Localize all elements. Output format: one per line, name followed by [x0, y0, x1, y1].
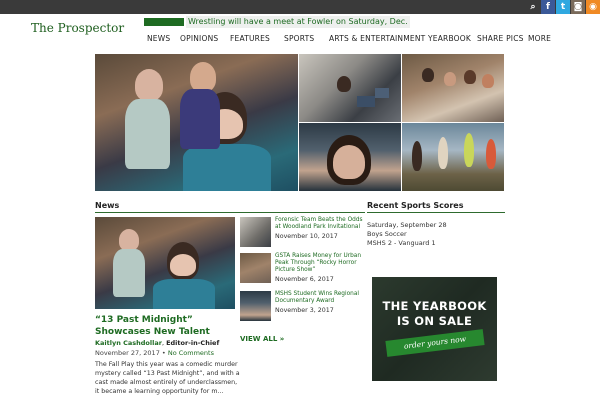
- photo-monitor: [375, 88, 389, 98]
- lead-story-excerpt: The Fall Play this year was a comedic mu…: [95, 361, 240, 395]
- story-date: November 3, 2017: [275, 307, 334, 314]
- ad-headline-line2: IS ON SALE: [396, 314, 473, 328]
- list-item[interactable]: GSTA Raises Money for Urban Peak Through…: [240, 253, 365, 285]
- lead-story-meta: November 27, 2017 • No Comments: [95, 349, 214, 357]
- photo-figure: [482, 74, 494, 88]
- nav-item-share-pics[interactable]: SHARE PICS: [477, 34, 524, 43]
- photo-figure: [464, 70, 476, 84]
- list-item[interactable]: MSHS Student Wins Regional Documentary A…: [240, 291, 365, 323]
- photo-figure: [337, 76, 351, 92]
- author-role: Editor-in-Chief: [166, 339, 220, 347]
- top-bar: [0, 0, 600, 14]
- photo-figure-body: [183, 144, 271, 191]
- instagram-icon[interactable]: ◙: [571, 0, 585, 14]
- photo-figure-face: [333, 145, 365, 179]
- photo-figure: [119, 229, 139, 251]
- photo-figure: [486, 139, 496, 169]
- photo-monitor: [357, 96, 375, 107]
- story-title[interactable]: Forensic Team Beats the Odds at Woodland…: [275, 217, 365, 231]
- photo-figure: [438, 137, 448, 169]
- story-title[interactable]: GSTA Raises Money for Urban Peak Through…: [275, 253, 365, 274]
- nav-item-arts-entertainment[interactable]: ARTS & ENTERTAINMENT: [329, 34, 425, 43]
- nav-item-features[interactable]: FEATURES: [230, 34, 270, 43]
- score-date: Saturday, September 28: [367, 221, 447, 229]
- photo-figure: [125, 99, 170, 169]
- featured-photo-track[interactable]: [402, 123, 504, 191]
- photo-figure: [180, 89, 220, 149]
- nav-item-yearbook[interactable]: YEARBOOK: [428, 34, 471, 43]
- photo-figure: [190, 62, 216, 92]
- featured-photo-group[interactable]: [402, 54, 504, 122]
- nav-item-news[interactable]: NEWS: [147, 34, 170, 43]
- main-nav: NEWS OPINIONS FEATURES SPORTS ARTS & ENT…: [0, 34, 600, 48]
- list-item[interactable]: Forensic Team Beats the Odds at Woodland…: [240, 217, 365, 249]
- photo-figure: [113, 249, 145, 297]
- featured-photo-grid: [95, 54, 504, 191]
- twitter-icon[interactable]: t: [556, 0, 570, 14]
- search-icon[interactable]: ⌕: [526, 0, 540, 14]
- nav-item-sports[interactable]: SPORTS: [284, 34, 314, 43]
- story-date: November 6, 2017: [275, 276, 334, 283]
- photo-figure: [444, 72, 456, 86]
- photo-figure-face: [170, 254, 196, 276]
- ad-headline-line1: THE YEARBOOK: [382, 299, 487, 313]
- site-title[interactable]: The Prospector: [31, 21, 124, 35]
- facebook-icon[interactable]: f: [541, 0, 555, 14]
- lead-story-image[interactable]: [95, 217, 235, 309]
- photo-figure: [464, 133, 474, 167]
- scores-divider: [367, 212, 505, 213]
- scores-heading[interactable]: Recent Sports Scores: [367, 201, 464, 210]
- lead-story-date: November 27, 2017: [95, 349, 160, 357]
- view-all-link[interactable]: VIEW ALL »: [240, 335, 284, 343]
- news-divider: [95, 212, 365, 213]
- nav-item-opinions[interactable]: OPINIONS: [180, 34, 218, 43]
- news-heading[interactable]: News: [95, 201, 119, 210]
- photo-figure: [412, 141, 422, 171]
- comments-link[interactable]: No Comments: [168, 349, 214, 357]
- photo-figure: [422, 68, 434, 82]
- photo-figure: [135, 69, 163, 101]
- nav-item-more[interactable]: MORE: [528, 34, 551, 43]
- ticker-tag: [144, 18, 184, 26]
- featured-photo-play[interactable]: [95, 54, 298, 191]
- story-thumbnail[interactable]: [240, 291, 271, 321]
- photo-figure-body: [153, 279, 215, 309]
- news-ticker[interactable]: Wrestling will have a meet at Fowler on …: [186, 16, 410, 28]
- lead-story-byline: Kaitlyn Cashdollar, Editor-in-Chief: [95, 339, 220, 347]
- lead-story-title[interactable]: “13 Past Midnight” Showcases New Talent: [95, 314, 245, 338]
- score-sport: Boys Soccer: [367, 230, 407, 238]
- yearbook-ad[interactable]: THE YEARBOOK IS ON SALE order yours now: [372, 277, 497, 381]
- featured-photo-classroom[interactable]: [299, 54, 401, 122]
- scores-widget: Saturday, September 28 Boys Soccer MSHS …: [367, 221, 447, 248]
- social-links: ⌕ f t ◙ ◉: [525, 0, 600, 14]
- story-thumbnail[interactable]: [240, 253, 271, 283]
- meta-separator: •: [161, 349, 166, 357]
- featured-photo-portrait[interactable]: [299, 123, 401, 191]
- score-result: MSHS 2 - Vanguard 1: [367, 239, 436, 247]
- story-date: November 10, 2017: [275, 233, 338, 240]
- story-thumbnail[interactable]: [240, 217, 271, 247]
- author-link[interactable]: Kaitlyn Cashdollar: [95, 339, 162, 347]
- story-title[interactable]: MSHS Student Wins Regional Documentary A…: [275, 291, 365, 305]
- rss-icon[interactable]: ◉: [586, 0, 600, 14]
